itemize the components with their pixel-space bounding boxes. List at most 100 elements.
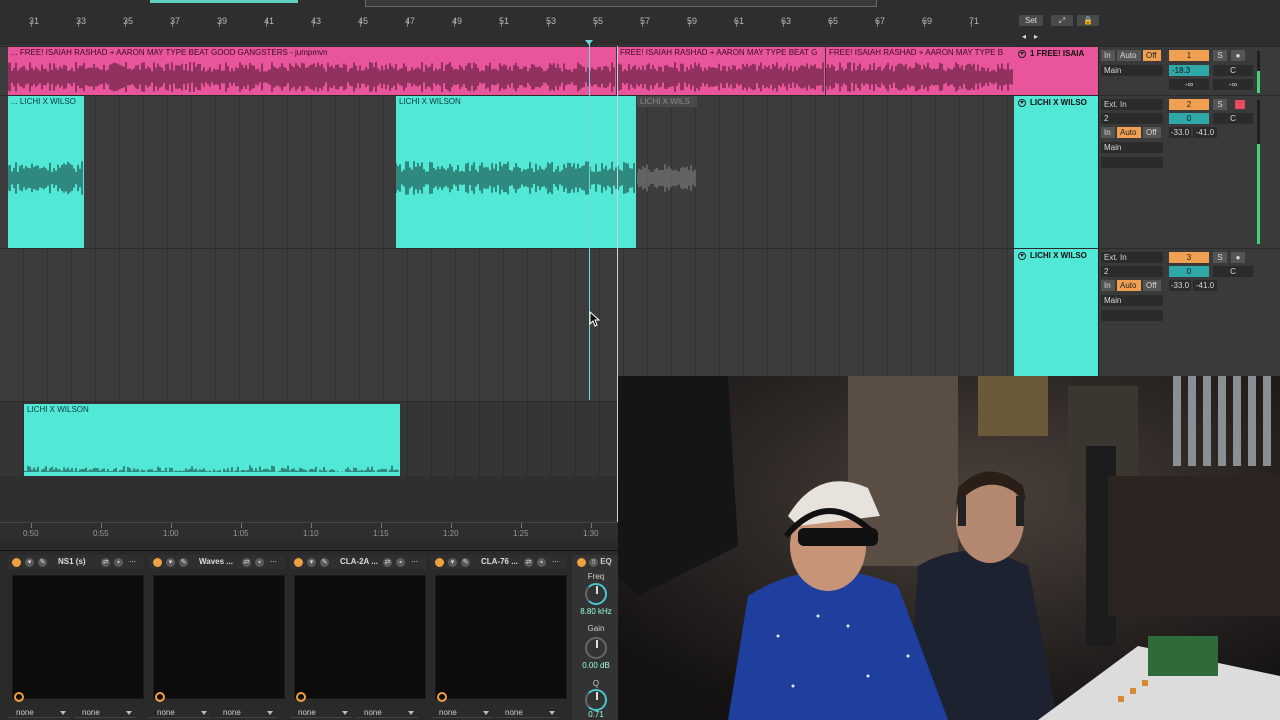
eq-device[interactable]: ⇧ EQ Freq 8.80 kHz Gain 0.00 dB Q 0.71: [572, 555, 620, 720]
volume-field[interactable]: -18.3: [1169, 65, 1209, 76]
monitor-off-button[interactable]: Off: [1143, 50, 1161, 61]
more-icon[interactable]: ⋯: [410, 558, 419, 567]
plugin-window[interactable]: [435, 575, 567, 699]
fold-icon[interactable]: ▾: [25, 558, 34, 567]
track-header-2[interactable]: LICHI X WILSO: [1014, 96, 1098, 248]
macro-select-b[interactable]: none: [215, 707, 277, 718]
save-icon[interactable]: ▪: [255, 558, 264, 567]
loop-brace[interactable]: [365, 0, 877, 7]
track-header-1[interactable]: 1 FREE! ISAIA: [1014, 47, 1098, 95]
monitor-auto-button[interactable]: Auto: [1117, 127, 1141, 138]
monitor-off-button[interactable]: Off: [1143, 127, 1161, 138]
macro-select-a[interactable]: none: [290, 707, 352, 718]
save-icon[interactable]: ▪: [537, 558, 546, 567]
send-a-field[interactable]: -33.0: [1169, 280, 1191, 291]
lock-icon[interactable]: 🔒: [1077, 15, 1099, 26]
audio-clip[interactable]: LICHI X WILSON: [24, 404, 400, 476]
macro-select-b[interactable]: none: [74, 707, 136, 718]
plugin-device[interactable]: ▾ ✎ CLA-76 ... ⇄ ▪ ⋯ none none: [431, 555, 567, 720]
track-lane-2[interactable]: ... LICHI X WILSO LICHI X WILSON LICHI X…: [0, 96, 1014, 248]
output-channel-select[interactable]: [1101, 157, 1163, 168]
dry-wet-knob[interactable]: [14, 692, 24, 702]
track-activator[interactable]: 2: [1169, 99, 1209, 110]
track-name[interactable]: LICHI X WILSO: [1014, 96, 1098, 110]
track-name[interactable]: LICHI X WILSO: [1014, 249, 1098, 263]
track-activator[interactable]: 3: [1169, 252, 1209, 263]
swap-icon[interactable]: ⇄: [242, 558, 251, 567]
fit-icon[interactable]: ⤢: [1051, 15, 1073, 26]
audio-clip[interactable]: ... LICHI X WILSO: [8, 96, 84, 248]
pan-field[interactable]: C: [1213, 266, 1253, 277]
volume-field[interactable]: 0: [1169, 266, 1209, 277]
macro-select-a[interactable]: none: [8, 707, 70, 718]
plugin-device[interactable]: ▾ ✎ Waves ... ⇄ ▪ ⋯ none none: [149, 555, 285, 720]
device-power-button[interactable]: [12, 558, 21, 567]
ghost-clip[interactable]: LICHI X WILS: [637, 96, 697, 248]
save-icon[interactable]: ▪: [114, 558, 123, 567]
send-a-field[interactable]: -33.0: [1169, 127, 1191, 138]
fold-icon[interactable]: ▾: [166, 558, 175, 567]
track-name[interactable]: 1 FREE! ISAIA: [1014, 47, 1098, 61]
output-channel-select[interactable]: [1101, 310, 1163, 321]
plugin-device[interactable]: ▾ ✎ NS1 (s) ⇄ ▪ ⋯ none none: [8, 555, 144, 720]
more-icon[interactable]: ⋯: [551, 558, 560, 567]
macro-select-a[interactable]: none: [149, 707, 211, 718]
gain-dial[interactable]: [585, 637, 607, 659]
input-type-select[interactable]: Ext. In: [1101, 99, 1163, 110]
monitor-in-button[interactable]: In: [1101, 127, 1115, 138]
track-activator[interactable]: 1: [1169, 50, 1209, 61]
input-channel-select[interactable]: 2: [1101, 266, 1163, 277]
dry-wet-knob[interactable]: [155, 692, 165, 702]
input-type-select[interactable]: Ext. In: [1101, 252, 1163, 263]
track-header-3[interactable]: LICHI X WILSO: [1014, 249, 1098, 376]
send-b-field[interactable]: -41.0: [1193, 280, 1217, 291]
track-lane-1[interactable]: ... FREE! ISAIAH RASHAD + AARON MAY TYPE…: [0, 47, 1014, 95]
device-header[interactable]: ▾ ✎ CLA-2A ... ⇄ ▪ ⋯: [290, 555, 426, 569]
device-power-button[interactable]: [294, 558, 303, 567]
device-power-button[interactable]: [153, 558, 162, 567]
record-arm-button[interactable]: [1235, 100, 1245, 109]
fold-icon[interactable]: [1018, 252, 1026, 260]
arrow-left-icon[interactable]: ◂: [1019, 31, 1029, 42]
monitor-auto-button[interactable]: Auto: [1117, 50, 1141, 61]
plugin-window[interactable]: [12, 575, 144, 699]
audio-clip[interactable]: ... FREE! ISAIAH RASHAD + AARON MAY TYPE…: [8, 47, 616, 95]
arrangement-ruler[interactable]: 31 33 35 37 39 41 43 45 47 49 51 53 55 57 59 61 63 65 67 69…: [0, 0, 1014, 46]
freq-dial[interactable]: [585, 583, 607, 605]
fold-icon[interactable]: [1018, 99, 1026, 107]
wrench-icon[interactable]: ✎: [38, 558, 47, 567]
dry-wet-knob[interactable]: [437, 692, 447, 702]
plugin-window[interactable]: [294, 575, 426, 699]
arm-button[interactable]: ●: [1231, 252, 1245, 263]
wrench-icon[interactable]: ✎: [179, 558, 188, 567]
output-select[interactable]: Main: [1101, 142, 1163, 153]
set-button[interactable]: Set: [1019, 15, 1043, 26]
monitor-auto-button[interactable]: Auto: [1117, 280, 1141, 291]
device-header[interactable]: ▾ ✎ NS1 (s) ⇄ ▪ ⋯: [8, 555, 144, 569]
fold-icon[interactable]: [1018, 50, 1026, 58]
send-b-field[interactable]: -41.0: [1193, 127, 1217, 138]
playhead-triangle-icon[interactable]: [585, 40, 593, 45]
save-icon[interactable]: ▪: [396, 558, 405, 567]
pan-field[interactable]: C: [1213, 113, 1253, 124]
q-dial[interactable]: [585, 689, 607, 711]
arm-button[interactable]: ●: [1231, 50, 1245, 61]
swap-icon[interactable]: ⇄: [383, 558, 392, 567]
macro-select-b[interactable]: none: [356, 707, 418, 718]
solo-button[interactable]: S: [1213, 252, 1227, 263]
solo-button[interactable]: S: [1213, 99, 1227, 110]
arrow-right-icon[interactable]: ▸: [1031, 31, 1041, 42]
dry-wet-knob[interactable]: [296, 692, 306, 702]
monitor-in-button[interactable]: In: [1101, 50, 1115, 61]
wrench-icon[interactable]: ✎: [461, 558, 470, 567]
macro-select-a[interactable]: none: [431, 707, 493, 718]
fold-icon[interactable]: ▾: [307, 558, 316, 567]
fold-icon[interactable]: ▾: [448, 558, 457, 567]
input-channel-select[interactable]: 2: [1101, 113, 1163, 124]
swap-icon[interactable]: ⇄: [101, 558, 110, 567]
device-power-button[interactable]: [435, 558, 444, 567]
solo-button[interactable]: S: [1213, 50, 1227, 61]
output-select[interactable]: Main: [1101, 295, 1163, 306]
more-icon[interactable]: ⋯: [128, 558, 137, 567]
device-header[interactable]: ▾ ✎ CLA-76 ... ⇄ ▪ ⋯: [431, 555, 567, 569]
